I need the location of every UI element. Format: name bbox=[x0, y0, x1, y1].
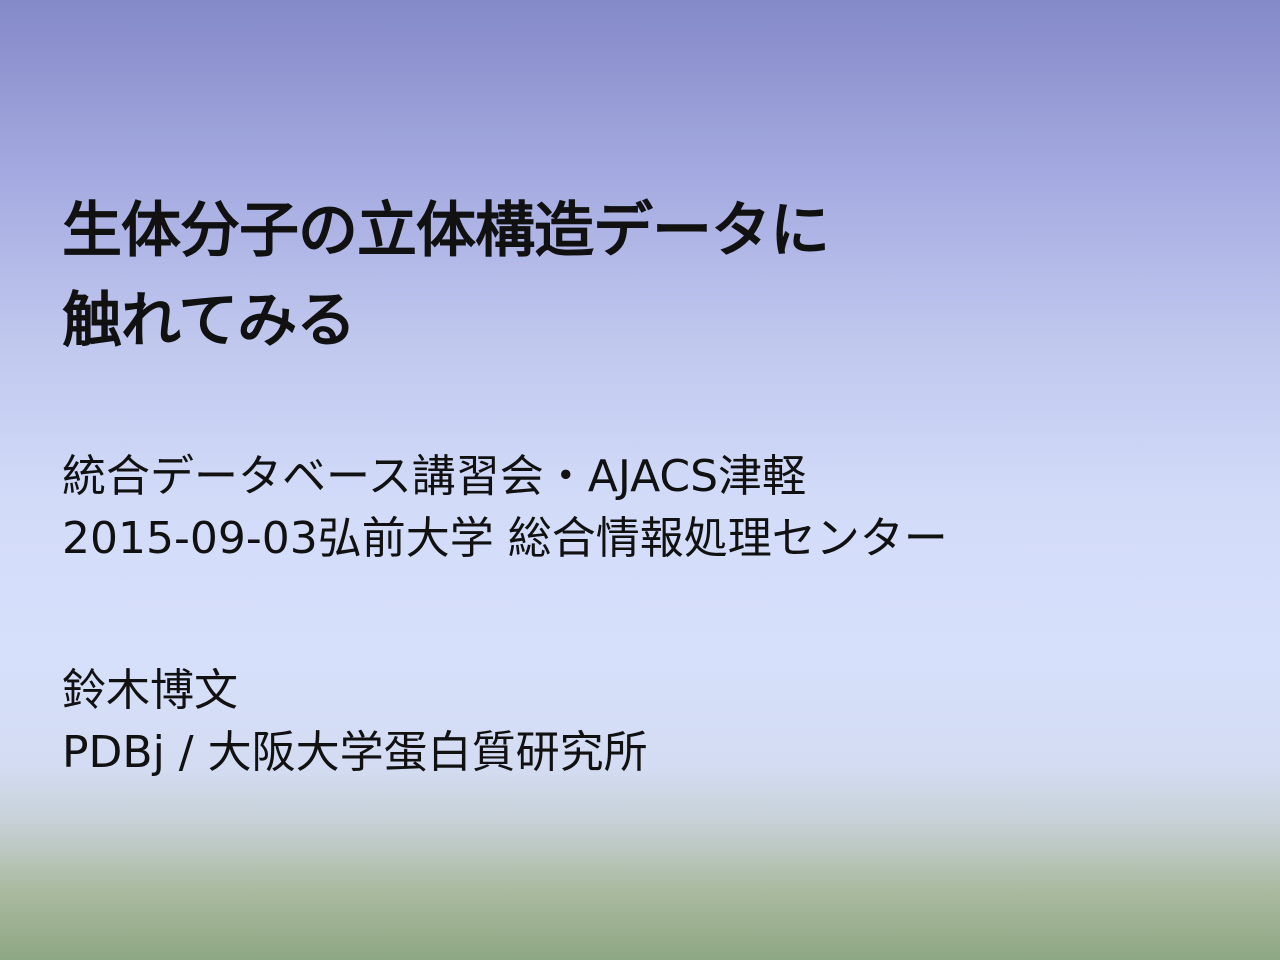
author-affiliation: PDBj / 大阪大学蛋白質研究所 bbox=[62, 727, 648, 778]
author-info: 鈴木博文 PDBj / 大阪大学蛋白質研究所 bbox=[62, 660, 1242, 784]
event-name: 統合データベース講習会・AJACS津軽 bbox=[62, 451, 807, 502]
slide-title: 生体分子の立体構造データに 触れてみる bbox=[62, 186, 1242, 366]
slide-title-line-1: 生体分子の立体構造データに bbox=[62, 196, 830, 266]
event-date-venue: 2015-09-03弘前大学 総合情報処理センター bbox=[62, 513, 948, 564]
slide-title-line-2: 触れてみる bbox=[62, 286, 356, 356]
author-name: 鈴木博文 bbox=[62, 665, 238, 716]
event-info: 統合データベース講習会・AJACS津軽 2015-09-03弘前大学 総合情報処… bbox=[62, 446, 1242, 570]
title-slide: 生体分子の立体構造データに 触れてみる 統合データベース講習会・AJACS津軽 … bbox=[0, 0, 1280, 960]
